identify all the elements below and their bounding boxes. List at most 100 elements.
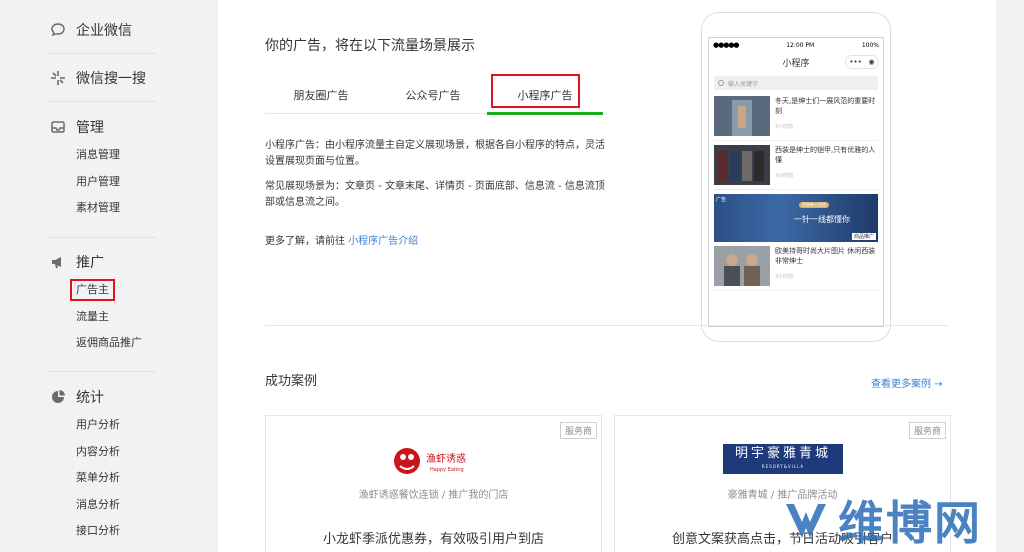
- haoya-logo: 明宇豪雅青城 RESORT&VILLA: [723, 444, 843, 474]
- watermark: 维博网: [780, 490, 1020, 550]
- sidebar-item-api-analysis[interactable]: 接口分析: [48, 518, 156, 545]
- sidebar-item-content-analysis[interactable]: 内容分析: [48, 439, 156, 466]
- article-title: 冬天,是绅士们一展风范的重要时刻: [775, 97, 876, 115]
- search-icon: [718, 80, 724, 86]
- article-title: 西装是绅士的铠甲,只有优雅的人懂: [775, 146, 876, 164]
- status-time: 12:00 PM: [786, 41, 815, 49]
- tab-bar: 朋友圈广告 公众号广告 小程序广告: [265, 80, 603, 115]
- logo-subtext: Happy Eating: [430, 467, 464, 473]
- list-item: 欧美持哥时尚大片图片 休闲西装非常绅士 3小时前: [714, 246, 878, 291]
- sparkle-icon: [48, 68, 68, 88]
- phone-search-bar: 输入关键字: [714, 76, 878, 90]
- case-subtitle: 渔虾诱惑餐饮连锁 / 推广我的门店: [358, 490, 509, 501]
- right-gutter: [996, 0, 1024, 552]
- main-panel: 你的广告，将在以下流量场景展示 朋友圈广告 公众号广告 小程序广告 小程序广告：…: [218, 0, 996, 552]
- sidebar-item-material-manage[interactable]: 素材管理: [48, 195, 156, 222]
- nav-group-manage: 管理 消息管理 用户管理 素材管理: [48, 112, 156, 222]
- description-primary: 小程序广告：由小程序流量主自定义展现场景，根据各自小程序的特点，灵活设置展现页面…: [265, 140, 605, 167]
- nav-promote[interactable]: 推广: [48, 247, 156, 277]
- nav-manage[interactable]: 管理: [48, 112, 156, 142]
- provider-badge: 服务商: [908, 422, 946, 439]
- article-thumbnail: [714, 246, 770, 286]
- more-cases-link[interactable]: 查看更多案例 →: [871, 375, 943, 390]
- sidebar-item-label: 广告主: [70, 279, 115, 301]
- ad-label: 商品推广: [851, 233, 876, 240]
- more-prefix: 更多了解，请前往: [265, 236, 345, 247]
- sidebar-item-menu-analysis[interactable]: 菜单分析: [48, 465, 156, 492]
- nav-label: 企业微信: [76, 23, 132, 39]
- article-text: 欧美持哥时尚大片图片 休闲西装非常绅士 3小时前: [770, 246, 878, 290]
- nav-group-wework: 企业微信: [48, 15, 156, 45]
- yuxia-logo: 渔虾诱惑 Happy Eating: [394, 448, 466, 474]
- nav-stats[interactable]: 统计: [48, 382, 156, 412]
- nav-label: 微信搜一搜: [76, 71, 146, 87]
- logo-text: 渔虾诱惑: [426, 452, 466, 465]
- nav-group-stats: 统计 用户分析 内容分析 菜单分析 消息分析 接口分析: [48, 382, 156, 545]
- battery-indicator: 100%: [861, 41, 879, 49]
- phone-mockup: ●●●●● 12:00 PM 100% 小程序 ••• ◉ 输入关键字 冬天,是…: [701, 12, 891, 342]
- tab-official-account-ad[interactable]: 公众号广告: [377, 80, 489, 112]
- description-secondary: 常见展现场景为：文章页 - 文章末尾、详情页 - 页面底部、信息流 - 信息流顶…: [265, 181, 605, 208]
- nav-wework[interactable]: 企业微信: [48, 15, 156, 45]
- article-thumbnail: [714, 96, 770, 136]
- ad-pill: 西装绅士优选: [799, 202, 829, 208]
- sidebar: 企业微信 微信搜一搜 管理 消息管理 用户管理 素材管理 推广 广告主 流量主 …: [0, 0, 218, 552]
- watermark-text: 维博网: [838, 496, 982, 550]
- sidebar-item-message-manage[interactable]: 消息管理: [48, 142, 156, 169]
- article-time: 3小时前: [775, 124, 794, 130]
- nav-search[interactable]: 微信搜一搜: [48, 63, 156, 93]
- case-headline: 小龙虾季派优惠券，有效吸引用户到店: [322, 532, 544, 547]
- signal-indicator: ●●●●●: [713, 41, 740, 49]
- article-title: 欧美持哥时尚大片图片 休闲西装非常绅士: [775, 247, 876, 265]
- sidebar-item-message-analysis[interactable]: 消息分析: [48, 492, 156, 519]
- app-bar: 小程序 ••• ◉: [709, 52, 883, 72]
- provider-badge: 服务商: [559, 422, 597, 439]
- article-time: 3小时前: [775, 274, 794, 280]
- sidebar-item-publisher[interactable]: 流量主: [48, 304, 156, 331]
- app-title: 小程序: [782, 58, 810, 69]
- megaphone-icon: [48, 252, 68, 272]
- more-dots-icon: •••: [849, 58, 862, 66]
- mini-program-ad-intro-link[interactable]: 小程序广告介绍: [348, 236, 418, 247]
- nav-label: 推广: [76, 255, 104, 271]
- sidebar-item-user-analysis[interactable]: 用户分析: [48, 412, 156, 439]
- nav-group-promote: 推广 广告主 流量主 返佣商品推广: [48, 247, 156, 357]
- case-card[interactable]: 服务商 渔虾诱惑 Happy Eating 渔虾诱惑餐饮连锁 / 推广我的门店 …: [265, 415, 602, 552]
- divider: [48, 53, 156, 54]
- phone-screen: ●●●●● 12:00 PM 100% 小程序 ••• ◉ 输入关键字 冬天,是…: [708, 37, 884, 327]
- nav-group-search: 微信搜一搜: [48, 63, 156, 93]
- divider: [48, 237, 156, 238]
- search-placeholder: 输入关键字: [728, 80, 759, 88]
- article-thumbnail: [714, 145, 770, 185]
- page-title: 你的广告，将在以下流量场景展示: [265, 38, 475, 54]
- ad-banner: 广告 西装绅士优选 一针一线都懂你 商品推广: [714, 194, 878, 242]
- logo-subtext: RESORT&VILLA: [761, 464, 805, 469]
- section-divider: [265, 325, 949, 326]
- tab-moments-ad[interactable]: 朋友圈广告: [265, 80, 377, 112]
- divider: [48, 101, 156, 102]
- list-item: 西装是绅士的铠甲,只有优雅的人懂 3小时前: [714, 145, 878, 190]
- article-text: 冬天,是绅士们一展风范的重要时刻 3小时前: [770, 96, 878, 140]
- ad-tag: 广告: [716, 197, 727, 203]
- sidebar-item-rebate[interactable]: 返佣商品推广: [48, 330, 156, 357]
- ad-slogan: 一针一线都懂你: [794, 215, 850, 224]
- sidebar-item-advertiser[interactable]: 广告主: [48, 277, 156, 304]
- pie-chart-icon: [48, 387, 68, 407]
- watermark-logo-icon: [786, 504, 826, 538]
- article-text: 西装是绅士的铠甲,只有优雅的人懂 3小时前: [770, 145, 878, 189]
- nav-label: 管理: [76, 120, 104, 136]
- nav-label: 统计: [76, 390, 104, 406]
- sidebar-item-user-manage[interactable]: 用户管理: [48, 169, 156, 196]
- chat-bubble-icon: [48, 20, 68, 40]
- cases-title: 成功案例: [265, 374, 318, 389]
- more-info: 更多了解，请前往 小程序广告介绍: [265, 232, 418, 247]
- list-item: 冬天,是绅士们一展风范的重要时刻 3小时前: [714, 96, 878, 141]
- article-time: 3小时前: [775, 173, 794, 179]
- tab-mini-program-ad[interactable]: 小程序广告: [487, 80, 603, 115]
- capsule-menu: ••• ◉: [845, 55, 879, 69]
- close-circle-icon: ◉: [868, 58, 875, 66]
- logo-text: 明宇豪雅青城: [734, 446, 831, 461]
- divider: [48, 371, 156, 372]
- status-bar: ●●●●● 12:00 PM 100%: [709, 38, 883, 52]
- inbox-icon: [48, 117, 68, 137]
